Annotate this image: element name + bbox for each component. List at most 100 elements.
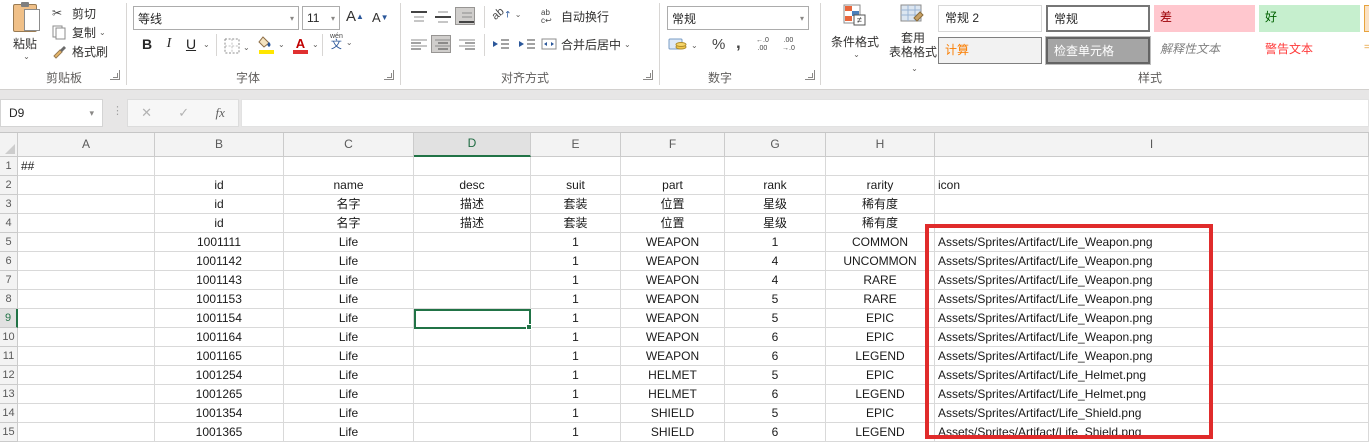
format-painter-button[interactable]: 格式刷 <box>52 43 108 60</box>
cell-D10[interactable] <box>414 328 531 347</box>
decrease-decimal-button[interactable]: .00→.0 <box>782 37 795 53</box>
cell-I9[interactable]: Assets/Sprites/Artifact/Life_Weapon.png <box>935 309 1369 328</box>
cell-B9[interactable]: 1001154 <box>155 309 284 328</box>
column-header-F[interactable]: F <box>621 133 725 157</box>
cell-H8[interactable]: RARE <box>826 290 935 309</box>
cell-F5[interactable]: WEAPON <box>621 233 725 252</box>
cell-I2[interactable]: icon <box>935 176 1369 195</box>
row-header-2[interactable]: 2 <box>0 176 18 195</box>
cell-style-warning[interactable]: 警告文本 <box>1259 37 1360 64</box>
column-header-I[interactable]: I <box>935 133 1369 157</box>
column-header-E[interactable]: E <box>531 133 621 157</box>
cell-G12[interactable]: 5 <box>725 366 826 385</box>
cell-E11[interactable]: 1 <box>531 347 621 366</box>
cell-F11[interactable]: WEAPON <box>621 347 725 366</box>
cell-E13[interactable]: 1 <box>531 385 621 404</box>
cell-H1[interactable] <box>826 157 935 176</box>
align-top-button[interactable] <box>408 8 426 24</box>
cell-C11[interactable]: Life <box>284 347 414 366</box>
font-dialog-launcher[interactable] <box>384 70 394 80</box>
borders-button[interactable]: ⌄ <box>224 38 250 57</box>
cell-I10[interactable]: Assets/Sprites/Artifact/Life_Weapon.png <box>935 328 1369 347</box>
cell-C3[interactable]: 名字 <box>284 195 414 214</box>
cell-E4[interactable]: 套装 <box>531 214 621 233</box>
cell-E7[interactable]: 1 <box>531 271 621 290</box>
conditional-formatting-button[interactable]: ≠ 条件格式 ⌄ <box>826 4 884 59</box>
row-header-10[interactable]: 10 <box>0 328 18 347</box>
cell-B6[interactable]: 1001142 <box>155 252 284 271</box>
align-bottom-button[interactable] <box>456 8 474 24</box>
column-header-A[interactable]: A <box>18 133 155 157</box>
cell-D13[interactable] <box>414 385 531 404</box>
column-header-H[interactable]: H <box>826 133 935 157</box>
cell-G2[interactable]: rank <box>725 176 826 195</box>
fill-handle[interactable] <box>526 324 532 330</box>
cell-H13[interactable]: LEGEND <box>826 385 935 404</box>
row-header-7[interactable]: 7 <box>0 271 18 290</box>
cell-G6[interactable]: 4 <box>725 252 826 271</box>
row-header-14[interactable]: 14 <box>0 404 18 423</box>
cell-F2[interactable]: part <box>621 176 725 195</box>
row-header-12[interactable]: 12 <box>0 366 18 385</box>
cell-D2[interactable]: desc <box>414 176 531 195</box>
cell-C7[interactable]: Life <box>284 271 414 290</box>
cell-H2[interactable]: rarity <box>826 176 935 195</box>
cell-D11[interactable] <box>414 347 531 366</box>
row-header-3[interactable]: 3 <box>0 195 18 214</box>
font-name-select[interactable]: 等线▾ <box>133 6 299 30</box>
cell-E14[interactable]: 1 <box>531 404 621 423</box>
font-size-select[interactable]: 11▾ <box>302 6 340 30</box>
insert-function-icon[interactable]: fx <box>215 105 224 121</box>
cell-A5[interactable] <box>18 233 155 252</box>
cell-B7[interactable]: 1001143 <box>155 271 284 290</box>
cell-F13[interactable]: HELMET <box>621 385 725 404</box>
wrap-text-button[interactable]: abc↩ 自动换行 <box>541 8 609 25</box>
cell-I7[interactable]: Assets/Sprites/Artifact/Life_Weapon.png <box>935 271 1369 290</box>
cell-C6[interactable]: Life <box>284 252 414 271</box>
cell-H9[interactable]: EPIC <box>826 309 935 328</box>
cell-G13[interactable]: 6 <box>725 385 826 404</box>
cell-F15[interactable]: SHIELD <box>621 423 725 442</box>
clipboard-dialog-launcher[interactable] <box>110 70 120 80</box>
italic-button[interactable]: I <box>160 36 178 52</box>
cell-I8[interactable]: Assets/Sprites/Artifact/Life_Weapon.png <box>935 290 1369 309</box>
cell-B5[interactable]: 1001111 <box>155 233 284 252</box>
cell-style-explain[interactable]: 解释性文本 <box>1154 37 1255 64</box>
cell-G5[interactable]: 1 <box>725 233 826 252</box>
cell-E1[interactable] <box>531 157 621 176</box>
cell-B3[interactable]: id <box>155 195 284 214</box>
decrease-indent-button[interactable] <box>492 38 510 54</box>
cell-A4[interactable] <box>18 214 155 233</box>
cell-G11[interactable]: 6 <box>725 347 826 366</box>
cell-D12[interactable] <box>414 366 531 385</box>
percent-style-button[interactable]: % <box>712 36 725 53</box>
cell-D15[interactable] <box>414 423 531 442</box>
column-header-B[interactable]: B <box>155 133 284 157</box>
cell-F6[interactable]: WEAPON <box>621 252 725 271</box>
cell-F4[interactable]: 位置 <box>621 214 725 233</box>
cell-E12[interactable]: 1 <box>531 366 621 385</box>
cell-H10[interactable]: EPIC <box>826 328 935 347</box>
row-header-8[interactable]: 8 <box>0 290 18 309</box>
cell-A13[interactable] <box>18 385 155 404</box>
increase-decimal-button[interactable]: ←.0.00 <box>756 37 769 53</box>
cell-G1[interactable] <box>725 157 826 176</box>
cell-A11[interactable] <box>18 347 155 366</box>
align-middle-button[interactable] <box>432 8 450 24</box>
cell-I11[interactable]: Assets/Sprites/Artifact/Life_Weapon.png <box>935 347 1369 366</box>
cell-style-check[interactable]: 检查单元格 <box>1046 37 1150 64</box>
cell-F12[interactable]: HELMET <box>621 366 725 385</box>
cell-F8[interactable]: WEAPON <box>621 290 725 309</box>
align-left-button[interactable] <box>408 36 426 52</box>
cell-G8[interactable]: 5 <box>725 290 826 309</box>
fill-color-button[interactable]: ⌄ <box>258 36 285 53</box>
cell-E8[interactable]: 1 <box>531 290 621 309</box>
cell-A10[interactable] <box>18 328 155 347</box>
cell-H6[interactable]: UNCOMMON <box>826 252 935 271</box>
row-header-15[interactable]: 15 <box>0 423 18 442</box>
cell-B4[interactable]: id <box>155 214 284 233</box>
cell-D7[interactable] <box>414 271 531 290</box>
selected-cell-outline[interactable] <box>414 309 531 329</box>
cell-D4[interactable]: 描述 <box>414 214 531 233</box>
cell-D8[interactable] <box>414 290 531 309</box>
